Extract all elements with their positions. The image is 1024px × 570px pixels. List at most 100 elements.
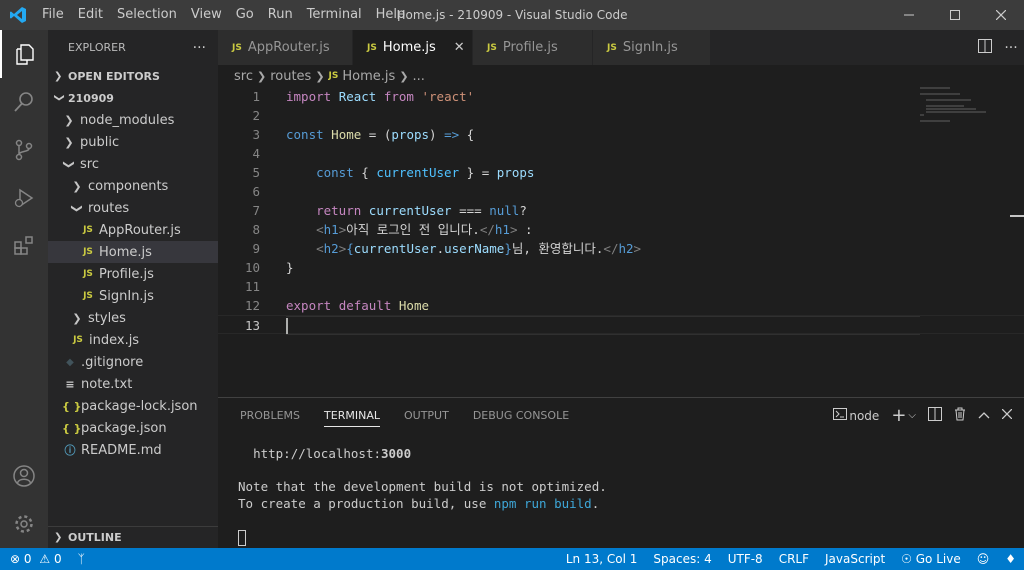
tab-profile[interactable]: JS Profile.js (473, 30, 593, 65)
tree-item[interactable]: ≡ note.txt (48, 373, 218, 395)
menu-run[interactable]: Run (261, 0, 300, 30)
maximize-panel-icon[interactable] (978, 408, 990, 423)
end-of-line[interactable]: CRLF (771, 552, 817, 566)
tree-item[interactable]: JS SignIn.js (48, 285, 218, 307)
editor-area: JS AppRouter.js JS Home.js ✕ JS Profile.… (218, 30, 1024, 397)
close-window-icon[interactable] (978, 0, 1024, 30)
search-icon[interactable] (0, 78, 48, 126)
trash-icon[interactable] (954, 407, 966, 425)
tab-signin[interactable]: JS SignIn.js (593, 30, 711, 65)
tree-item[interactable]: ❯ public (48, 131, 218, 153)
line-number: 1 (252, 89, 260, 104)
tree-item[interactable]: ❯ node_modules (48, 109, 218, 131)
line-number: 7 (252, 203, 260, 218)
tree-item[interactable]: ◆ .gitignore (48, 351, 218, 373)
problems-status[interactable]: ⊗ 0 ⚠ 0 (10, 552, 70, 566)
tree-item[interactable]: JS Home.js (48, 241, 218, 263)
menu-selection[interactable]: Selection (110, 0, 184, 30)
lightning-icon[interactable]: ᛉ (70, 552, 93, 566)
editor-actions: ··· (972, 30, 1024, 65)
outline-section[interactable]: ❯ OUTLINE (48, 526, 218, 548)
go-live-button[interactable]: ☉ Go Live (893, 552, 969, 566)
menu-help[interactable]: Help (369, 0, 413, 30)
tree-item[interactable]: { } package.json (48, 417, 218, 439)
more-actions-icon[interactable]: ··· (193, 40, 206, 56)
panel-actions: node + ⌵ (827, 398, 1018, 433)
line-number: 8 (252, 222, 260, 237)
tab-label: Profile.js (502, 40, 558, 55)
source-control-icon[interactable] (0, 126, 48, 174)
explorer-title: EXPLORER (68, 41, 126, 54)
tree-item[interactable]: JS Profile.js (48, 263, 218, 285)
chevron-right-icon: ❯ (315, 69, 325, 83)
gear-icon[interactable] (0, 500, 48, 548)
scrollbar[interactable] (1010, 215, 1024, 217)
code-editor[interactable]: 1 import React from 'react' 2 3 const Home… (218, 87, 1024, 335)
tab-problems[interactable]: PROBLEMS (228, 398, 312, 433)
tree-item[interactable]: JS index.js (48, 329, 218, 351)
tree-item[interactable]: ⓘ README.md (48, 439, 218, 461)
menu-go[interactable]: Go (229, 0, 261, 30)
close-icon[interactable]: ✕ (454, 40, 465, 55)
js-file-icon: JS (232, 42, 242, 53)
open-editors-section[interactable]: ❯ OPEN EDITORS (48, 65, 218, 87)
line-number: 10 (244, 260, 260, 275)
tab-output[interactable]: OUTPUT (392, 398, 461, 433)
terminal-output[interactable]: http://localhost:3000 Note that the deve… (218, 433, 1024, 546)
js-file-icon: JS (328, 71, 339, 81)
tree-item-label: components (88, 178, 169, 194)
tab-approuter[interactable]: JS AppRouter.js (218, 30, 353, 65)
chevron-right-icon: ❯ (64, 113, 74, 127)
vscode-logo-icon (0, 0, 35, 30)
minimize-icon[interactable] (886, 0, 932, 30)
feedback-icon[interactable]: ☺ (969, 552, 998, 566)
tree-item[interactable]: { } package-lock.json (48, 395, 218, 417)
chevron-down-icon: ❯ (70, 203, 84, 213)
tree-item[interactable]: ❯ styles (48, 307, 218, 329)
encoding[interactable]: UTF-8 (720, 552, 771, 566)
cursor-position[interactable]: Ln 13, Col 1 (558, 552, 646, 566)
menu-bar: File Edit Selection View Go Run Terminal… (35, 0, 412, 30)
activity-bar (0, 30, 48, 548)
tab-debug-console[interactable]: DEBUG CONSOLE (461, 398, 581, 433)
breadcrumb-item[interactable]: src (234, 69, 253, 84)
split-editor-icon[interactable] (972, 38, 998, 57)
breadcrumb-item[interactable]: routes (270, 69, 311, 84)
terminal-cursor (238, 529, 246, 546)
tree-item[interactable]: JS AppRouter.js (48, 219, 218, 241)
run-debug-icon[interactable] (0, 174, 48, 222)
chevron-down-icon[interactable]: ⌵ (908, 410, 916, 421)
tree-item[interactable]: ❯ components (48, 175, 218, 197)
explorer-icon[interactable] (0, 30, 48, 78)
tree-item-label: index.js (89, 332, 140, 348)
extensions-icon[interactable] (0, 222, 48, 270)
tree-item[interactable]: ❯ src (48, 153, 218, 175)
terminal-shell-select[interactable]: node (849, 409, 879, 423)
text-file-icon: ≡ (65, 377, 75, 391)
menu-view[interactable]: View (184, 0, 229, 30)
tab-terminal[interactable]: TERMINAL (312, 398, 392, 433)
more-actions-icon[interactable]: ··· (998, 40, 1024, 56)
indentation[interactable]: Spaces: 4 (645, 552, 719, 566)
code-line: 5 const { currentUser } = props (218, 163, 1024, 182)
chevron-right-icon: ❯ (54, 532, 63, 543)
tree-item[interactable]: ❯ routes (48, 197, 218, 219)
language-mode[interactable]: JavaScript (817, 552, 893, 566)
json-file-icon: { } (62, 399, 82, 413)
tab-home[interactable]: JS Home.js ✕ (353, 30, 473, 65)
code-line: 3 const Home = (props) => { (218, 125, 1024, 144)
minimap[interactable] (920, 87, 1010, 147)
menu-edit[interactable]: Edit (71, 0, 110, 30)
menu-file[interactable]: File (35, 0, 71, 30)
breadcrumb-item[interactable]: ... (413, 69, 425, 84)
close-panel-icon[interactable] (1001, 408, 1013, 423)
add-terminal-icon[interactable]: + (891, 405, 906, 426)
maximize-icon[interactable] (932, 0, 978, 30)
breadcrumb-item[interactable]: Home.js (342, 69, 395, 84)
workspace-root[interactable]: ❯ 210909 (48, 87, 218, 109)
file-tree: ❯ node_modules ❯ public ❯ src ❯ components ❯ rout… (48, 109, 218, 461)
split-terminal-icon[interactable] (928, 406, 942, 425)
notifications-icon[interactable]: ♦ (997, 552, 1024, 566)
accounts-icon[interactable] (0, 452, 48, 500)
menu-terminal[interactable]: Terminal (300, 0, 369, 30)
